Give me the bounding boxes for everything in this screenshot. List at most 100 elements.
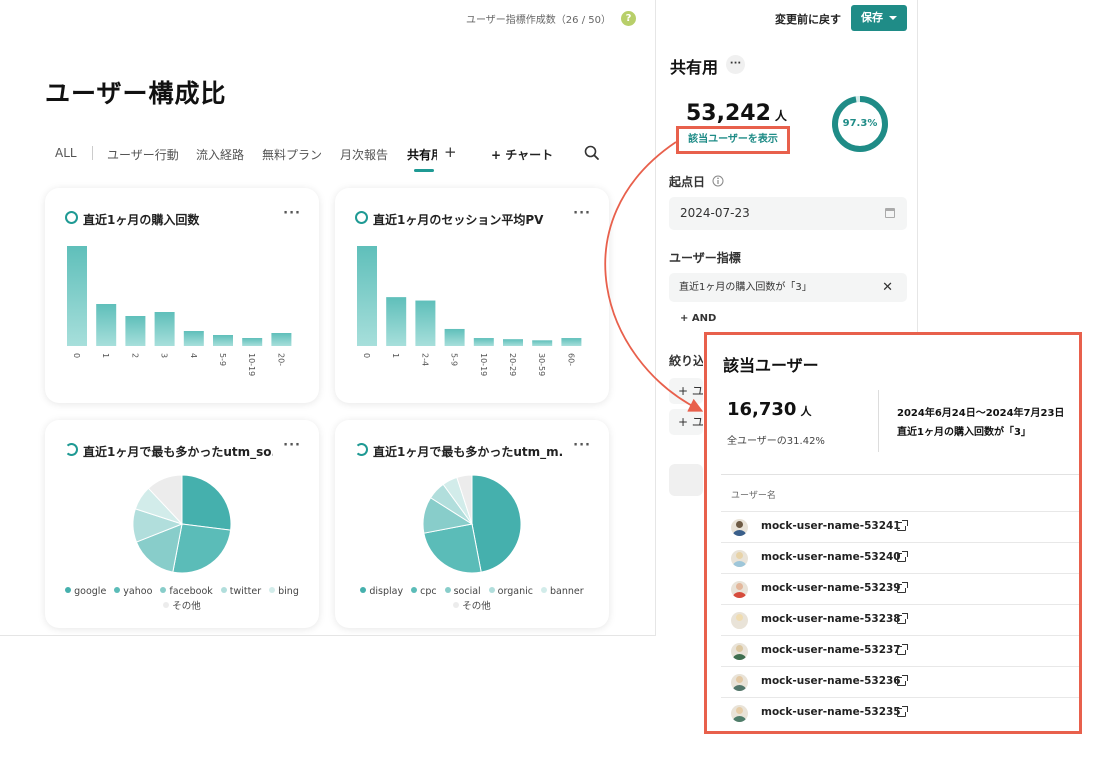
bar-0[interactable] (67, 246, 87, 346)
external-link-icon[interactable] (897, 706, 908, 717)
external-link-icon[interactable] (897, 520, 908, 531)
narrow-add-button[interactable]: + ユ (669, 409, 703, 435)
tab-shared[interactable]: 共有用 (407, 146, 437, 163)
info-icon[interactable] (712, 175, 724, 187)
close-icon[interactable]: ✕ (882, 273, 893, 302)
user-name-link[interactable]: mock-user-name-53241 (761, 520, 901, 532)
legend-swatch (411, 587, 418, 593)
user-name-link[interactable]: mock-user-name-53240 (761, 551, 901, 563)
legend-swatch (360, 587, 367, 593)
user-row[interactable]: mock-user-name-53240 (721, 542, 1079, 573)
avatar (731, 705, 748, 722)
legend-swatch (540, 587, 547, 593)
add-chart-button[interactable]: + チャート (491, 146, 553, 163)
tab-inflow[interactable]: 流入経路 (196, 146, 244, 163)
external-link-icon[interactable] (897, 613, 908, 624)
narrow-label: 絞り込み (669, 354, 703, 368)
caret-down-icon[interactable] (889, 16, 897, 20)
bar-4[interactable] (183, 331, 204, 346)
more-icon[interactable]: ··· (726, 55, 745, 74)
bar-5-9[interactable] (213, 335, 233, 346)
save-button[interactable]: 保存 (851, 5, 907, 31)
external-link-icon[interactable] (897, 644, 908, 655)
popup-count-value: 16,730 (727, 399, 797, 420)
user-row[interactable]: mock-user-name-53236 (721, 666, 1079, 697)
question-icon[interactable]: ? (621, 11, 636, 26)
save-label: 保存 (861, 11, 883, 24)
legend-swatch (220, 587, 227, 593)
bar-20-29[interactable] (503, 339, 523, 346)
x-tick-label: 30-59 (537, 353, 546, 376)
chart-card-utm-source: 直近1ヶ月で最も多かったutm_so... ··· google yahoo fac… (45, 420, 319, 628)
x-tick-label: 4 (189, 353, 198, 358)
avatar (731, 643, 748, 660)
user-row[interactable]: mock-user-name-53241 (721, 511, 1079, 542)
user-row[interactable]: mock-user-name-53239 (721, 573, 1079, 604)
start-date-label: 起点日 (669, 173, 724, 190)
popup-user-count: 16,730 人 (727, 399, 811, 420)
popup-count-unit: 人 (800, 405, 812, 418)
legend-item: その他 (453, 599, 491, 614)
legend-item: yahoo (114, 584, 152, 599)
legend-swatch (453, 602, 460, 608)
add-tab-plus-icon[interactable]: + (444, 143, 457, 161)
tab-all[interactable]: ALL (55, 146, 77, 160)
user-name-link[interactable]: mock-user-name-53237 (761, 644, 901, 656)
page-title: ユーザー構成比 (45, 79, 227, 108)
narrow-add-button[interactable]: + ユ (669, 378, 703, 404)
x-tick-label: 10-19 (479, 353, 488, 376)
bar-0[interactable] (357, 246, 377, 346)
calendar-icon[interactable] (885, 208, 895, 218)
pie-slice-display[interactable] (471, 474, 522, 573)
pie-slice-google[interactable] (181, 474, 232, 531)
bar-10-19[interactable] (473, 338, 494, 346)
bar-1[interactable] (96, 304, 117, 346)
user-name-link[interactable]: mock-user-name-53236 (761, 675, 901, 687)
user-row[interactable]: mock-user-name-53235 (721, 697, 1079, 728)
revert-button[interactable]: 変更前に戻す (775, 11, 841, 27)
chart-card-purchase-count: 直近1ヶ月の購入回数 ··· 0 1 2 3 4 5-9 10-19 20- (45, 188, 319, 403)
bar-60-[interactable] (561, 338, 582, 346)
avatar (731, 581, 748, 598)
metric-condition-chip[interactable]: 直近1ヶ月の購入回数が「3」 ✕ (669, 273, 907, 302)
legend-swatch (163, 602, 170, 608)
bar-20-[interactable] (271, 333, 292, 346)
external-link-icon[interactable] (897, 675, 908, 686)
start-date-value: 2024-07-23 (680, 206, 750, 220)
metric-label: ユーザー指標 (669, 251, 741, 265)
legend-item: social (444, 584, 481, 599)
tab-free-plan[interactable]: 無料プラン (262, 146, 322, 163)
legend-swatch (444, 587, 451, 593)
chart-legend: display cpc social organic banner その他 (349, 584, 595, 614)
bar-30-59[interactable] (532, 340, 553, 346)
user-name-link[interactable]: mock-user-name-53238 (761, 613, 901, 625)
search-icon[interactable] (584, 145, 600, 164)
user-name-link[interactable]: mock-user-name-53239 (761, 582, 901, 594)
user-name-link[interactable]: mock-user-name-53235 (761, 706, 901, 718)
bar-10-19[interactable] (242, 338, 263, 346)
user-row[interactable]: mock-user-name-53237 (721, 635, 1079, 666)
ratio-label: 97.3% (842, 118, 878, 129)
x-tick-label: 60- (566, 353, 575, 366)
panel-action-button[interactable] (669, 464, 703, 496)
user-row[interactable]: mock-user-name-53238 (721, 604, 1079, 635)
tab-monthly-report[interactable]: 月次報告 (340, 146, 388, 163)
tab-user-behavior[interactable]: ユーザー行動 (107, 146, 179, 163)
user-count-value: 53,242 (686, 101, 771, 126)
bar-3[interactable] (154, 312, 175, 346)
bar-5-9[interactable] (444, 328, 465, 346)
start-date-field[interactable]: 2024-07-23 (669, 197, 907, 230)
usage-counter: ユーザー指標作成数（26 / 50） (466, 15, 611, 26)
divider (721, 474, 1079, 475)
bar-2-4[interactable] (415, 300, 436, 346)
external-link-icon[interactable] (897, 551, 908, 562)
bar-1[interactable] (386, 297, 407, 346)
pie-slice-yahoo[interactable] (172, 523, 232, 574)
show-users-link[interactable]: 該当ユーザーを表示 (676, 126, 790, 154)
x-tick-label: 2 (130, 353, 139, 358)
legend-swatch (160, 587, 167, 593)
add-and-button[interactable]: + AND (680, 313, 716, 324)
legend-item: banner (540, 584, 584, 599)
external-link-icon[interactable] (897, 582, 908, 593)
bar-2[interactable] (125, 316, 146, 346)
